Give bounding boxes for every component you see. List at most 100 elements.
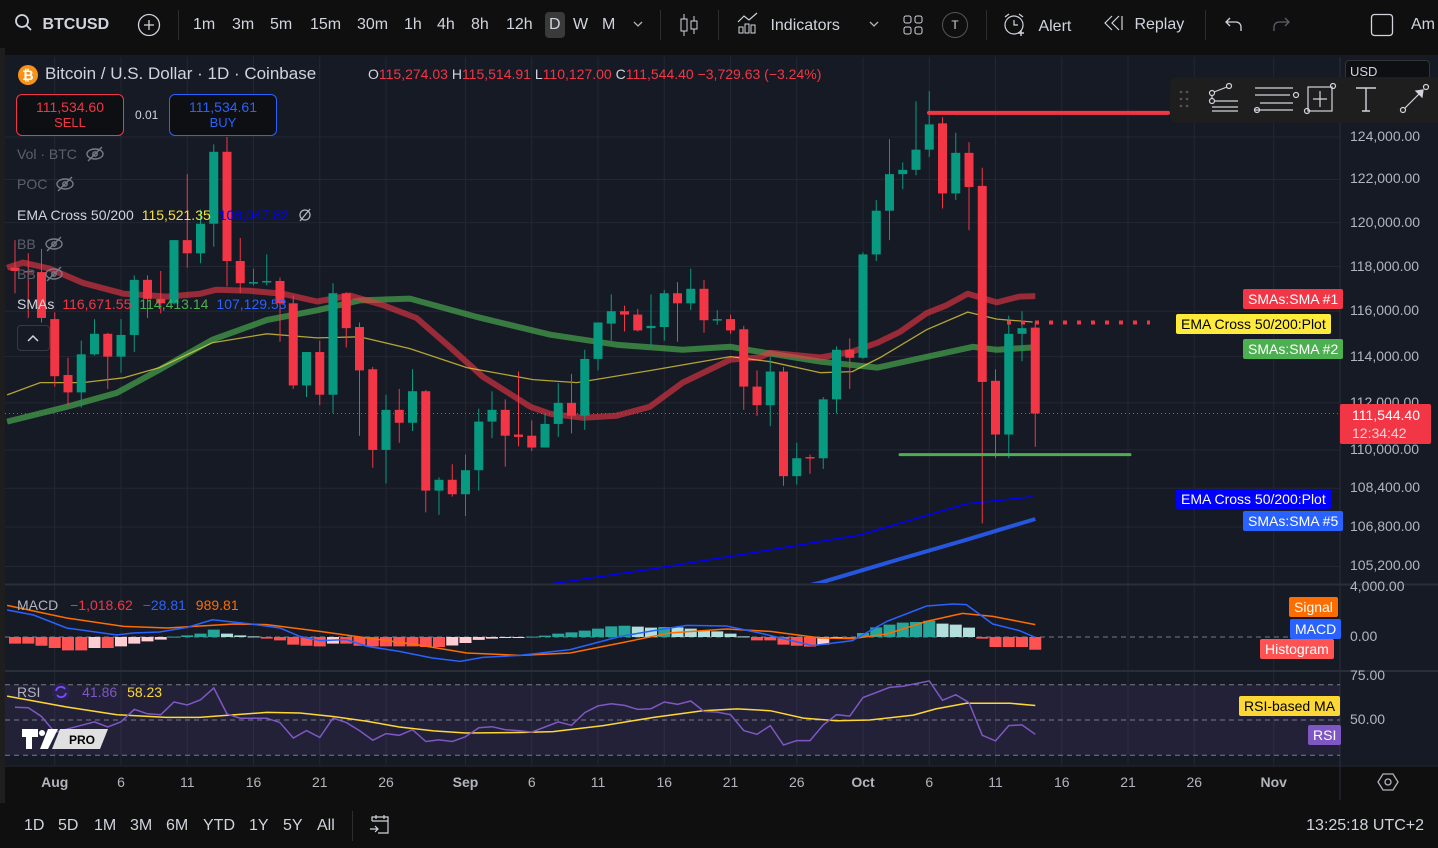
indicator-legend-ema-cross-50-200[interactable]: EMA Cross 50/200 115,521.35 108,047.82 [17, 207, 317, 223]
macd-histogram-bar [88, 637, 101, 648]
candle-body [832, 349, 841, 400]
time-tick-label: 11 [590, 774, 606, 790]
candle-body [196, 223, 205, 254]
candle [461, 454, 470, 517]
high-label: H [451, 66, 462, 82]
price-tick-label: 122,000.00 [1350, 170, 1421, 187]
measure-box-icon[interactable] [1303, 82, 1337, 115]
macd-histogram-bar [154, 637, 167, 640]
clock-timezone[interactable]: 13:25:18 UTC+2 [1306, 817, 1424, 835]
candle-body [951, 152, 961, 194]
svg-text:₿: ₿ [22, 68, 33, 84]
macd-histogram-bar [605, 626, 618, 637]
macd-histogram-bar [1016, 637, 1028, 647]
candle [951, 132, 961, 200]
time-tick-label: 26 [378, 774, 394, 790]
candle [249, 268, 258, 286]
indicator-value: 116,671.55 [62, 296, 132, 312]
candle-body [182, 240, 192, 254]
empty-set-icon[interactable] [297, 207, 317, 223]
range-1d[interactable]: 1D [24, 817, 44, 835]
range-5d[interactable]: 5D [58, 817, 78, 835]
candle [977, 167, 987, 524]
hidden-eye-icon[interactable] [55, 176, 75, 192]
candle-body [699, 288, 709, 321]
hidden-eye-icon[interactable] [44, 266, 64, 282]
indicator-legend-smas[interactable]: SMAs 116,671.55 114,413.14 107,129.53 [17, 296, 294, 312]
buy-price: 111,534.61 [189, 99, 257, 115]
candle [527, 420, 537, 452]
candle [593, 322, 603, 371]
time-tick-label: 16 [245, 774, 262, 790]
hidden-eye-icon[interactable] [85, 146, 105, 162]
candle [752, 370, 762, 416]
arrow-tool-icon[interactable] [1399, 83, 1430, 114]
candle-body [858, 254, 868, 358]
chevron-up-icon [27, 334, 39, 342]
time-tick-label: 21 [1120, 774, 1136, 790]
indicator-legend-poc[interactable]: POC [17, 176, 75, 192]
candle-body [991, 380, 1000, 435]
macd-histogram-bar [274, 637, 286, 641]
indicator-name: EMA Cross 50/200 [17, 207, 134, 223]
macd-histogram-bar [234, 635, 247, 637]
candle [673, 282, 682, 342]
time-tick-label: 21 [311, 774, 328, 790]
candle-body [527, 435, 537, 448]
ema50-axis-label: EMA Cross 50/200:Plot [1176, 314, 1331, 334]
macd-axis-label: MACD [1290, 619, 1342, 639]
candle [90, 319, 99, 356]
macd-legend[interactable]: MACD −1,018.62 −28.81 989.81 [17, 597, 239, 613]
macd-histogram-bar [711, 631, 724, 637]
range-5y[interactable]: 5Y [283, 817, 303, 835]
macd-histogram-bar [459, 637, 472, 643]
drag-handle-icon[interactable] [1179, 90, 1189, 108]
candle-body [845, 349, 855, 358]
candle [50, 312, 60, 387]
candle [381, 394, 391, 484]
time-tick-label: 21 [722, 774, 739, 790]
indicator-name: SMAs [17, 296, 55, 312]
price-tick-label: 116,000.00 [1350, 302, 1420, 319]
range-1m[interactable]: 1M [94, 817, 116, 835]
buy-button[interactable]: 111,534.61 BUY [169, 94, 277, 136]
range-1y[interactable]: 1Y [249, 817, 269, 835]
macd-histogram-bar [592, 628, 604, 637]
candle-body [315, 352, 325, 395]
go-to-date-calendar-icon[interactable] [368, 813, 392, 837]
indicator-value: 114,413.14 [139, 296, 209, 312]
candle [739, 325, 749, 410]
candle-body [262, 280, 272, 283]
low-value: 110,127.00 [542, 66, 612, 82]
rsi-tick-label: 50.00 [1350, 711, 1386, 727]
text-tool-icon[interactable] [1356, 87, 1376, 112]
indicator-legend-bb[interactable]: BB [17, 236, 64, 252]
candle [606, 294, 616, 341]
indicator-legend-bb[interactable]: BB [17, 266, 64, 282]
macd-histogram-bar [737, 636, 750, 638]
collapse-legend-button[interactable] [17, 325, 50, 351]
range-ytd[interactable]: YTD [203, 817, 235, 835]
macd-histogram-bar [194, 633, 207, 637]
candle [858, 252, 868, 359]
candle-body [90, 333, 99, 355]
range-all[interactable]: All [317, 817, 335, 835]
tradingview-pro-logo: PRO [22, 729, 108, 749]
settings-hexagon-icon[interactable] [1377, 771, 1399, 793]
sell-button[interactable]: 111,534.60 SELL [16, 94, 124, 136]
candle-body [686, 288, 696, 304]
symbol-title[interactable]: Bitcoin / U.S. Dollar · 1D · Coinbase [45, 64, 316, 84]
candle-body [461, 470, 470, 495]
candle [699, 279, 709, 333]
macd-histogram-bar [578, 630, 591, 637]
candle-body [1004, 333, 1014, 435]
range-6m[interactable]: 6M [166, 817, 188, 835]
pitchfork-icon[interactable] [1208, 82, 1239, 112]
indicator-legend-vol-btc[interactable]: Vol · BTC [17, 146, 105, 162]
hidden-eye-icon[interactable] [44, 236, 64, 252]
fib-levels-icon[interactable] [1253, 87, 1300, 114]
refresh-icon[interactable] [50, 683, 72, 701]
candle [1017, 311, 1027, 362]
rsi-legend[interactable]: RSI 41.86 58.23 [17, 683, 162, 701]
range-3m[interactable]: 3M [130, 817, 152, 835]
